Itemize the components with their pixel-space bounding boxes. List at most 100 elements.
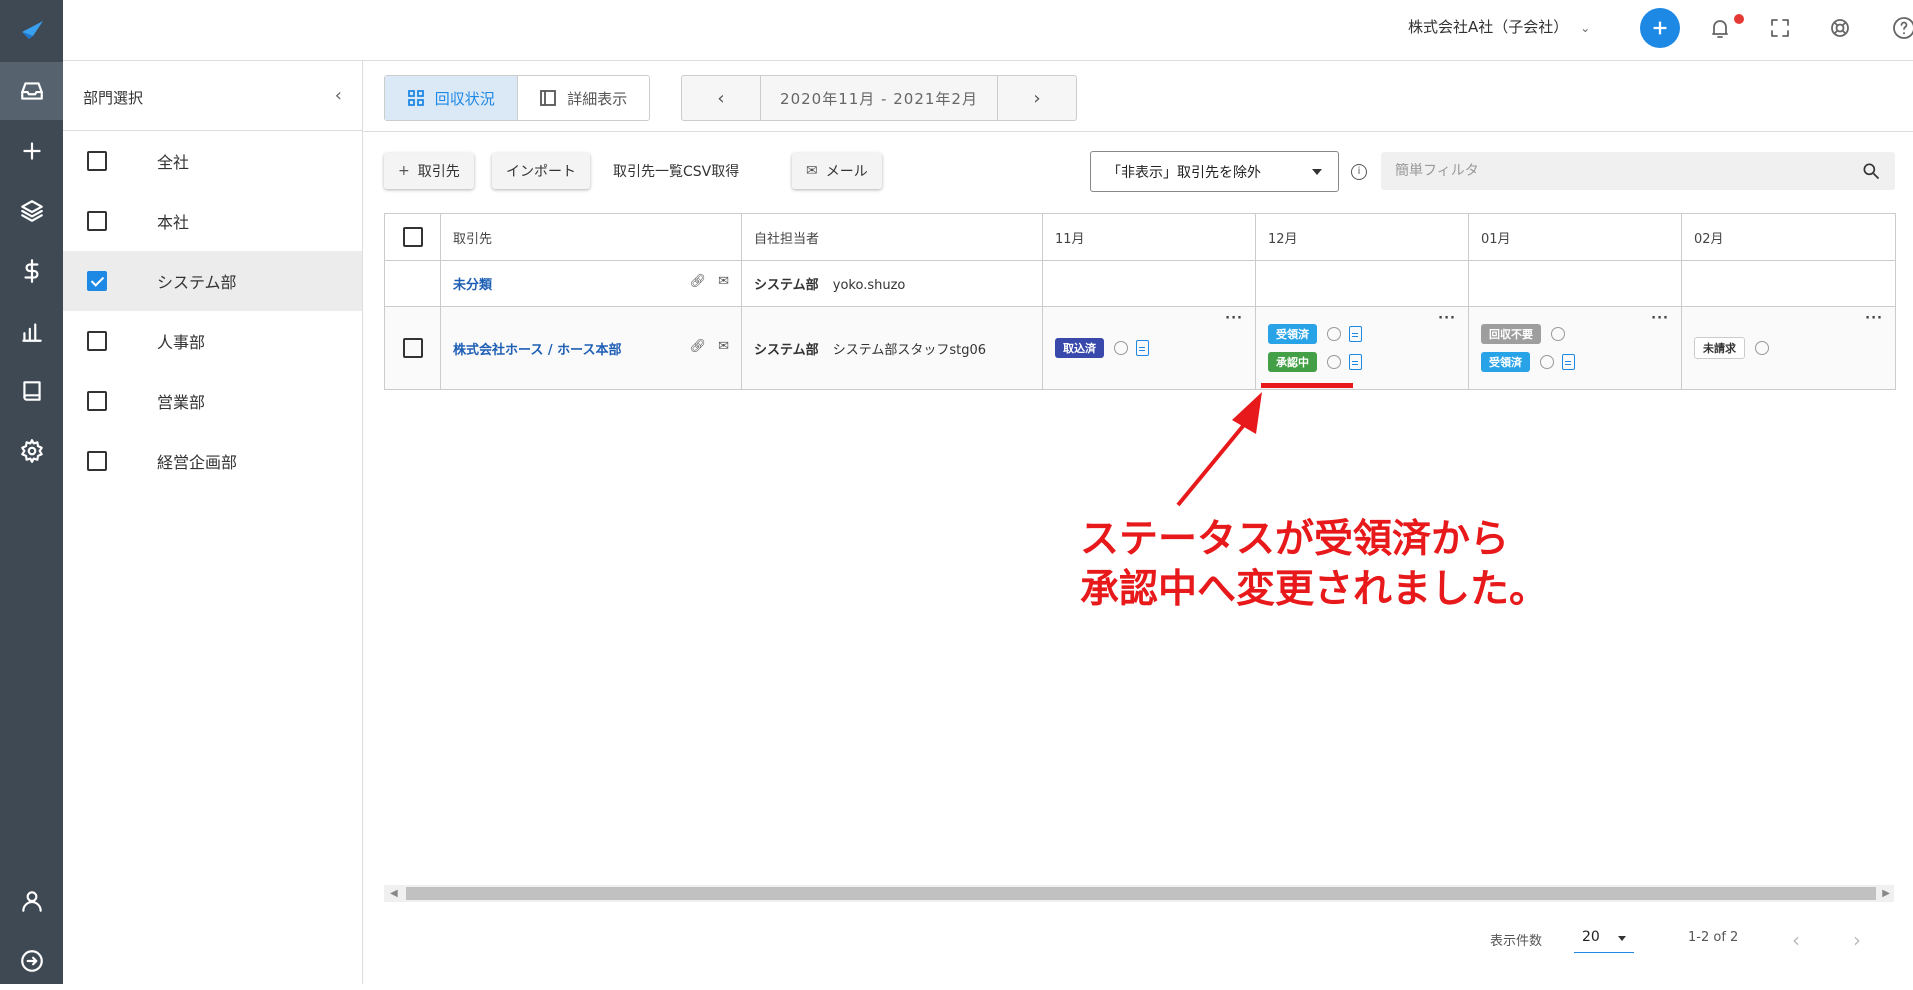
prev-page-button[interactable]: ‹ bbox=[1792, 928, 1800, 952]
status-badge[interactable]: 受領済 bbox=[1481, 352, 1530, 372]
status-badge[interactable]: 取込済 bbox=[1055, 338, 1104, 358]
dept-item-label: 全社 bbox=[157, 153, 190, 172]
comment-icon[interactable] bbox=[1540, 355, 1554, 369]
panel-icon bbox=[540, 90, 557, 106]
plus-icon[interactable] bbox=[0, 122, 63, 180]
comment-icon[interactable] bbox=[1755, 341, 1769, 355]
dept-item-headoffice[interactable]: 本社 bbox=[63, 191, 362, 251]
app-logo-icon[interactable] bbox=[0, 0, 63, 58]
detail-view-button[interactable]: 詳細表示 bbox=[518, 76, 650, 120]
logout-icon[interactable] bbox=[0, 932, 63, 990]
fullscreen-icon[interactable] bbox=[1766, 14, 1794, 42]
status-badge[interactable]: 承認中 bbox=[1268, 352, 1317, 372]
document-icon[interactable] bbox=[1349, 354, 1362, 370]
visibility-filter-select[interactable]: 「非表示」取引先を除外 bbox=[1090, 151, 1339, 192]
detail-view-label: 詳細表示 bbox=[567, 89, 628, 108]
month-cell bbox=[1255, 260, 1469, 307]
month-cell bbox=[1681, 260, 1896, 307]
user-icon[interactable] bbox=[0, 872, 63, 930]
document-icon[interactable] bbox=[1136, 340, 1149, 356]
quick-filter bbox=[1381, 152, 1895, 190]
checkbox[interactable] bbox=[87, 151, 107, 171]
vendor-link[interactable]: 株式会社ホース / ホース本部 bbox=[453, 343, 622, 358]
dept-item-sales[interactable]: 営業部 bbox=[63, 371, 362, 431]
document-icon[interactable] bbox=[1349, 326, 1362, 342]
company-switcher[interactable]: 株式会社A社（子会社） ⌄ bbox=[1408, 16, 1590, 37]
scrollbar-thumb[interactable] bbox=[406, 887, 1876, 900]
vendor-link[interactable]: 未分類 bbox=[453, 278, 492, 293]
link-icon[interactable]: 🔗︎ bbox=[690, 274, 707, 289]
dept-item-system[interactable]: システム部 bbox=[63, 251, 362, 311]
support-icon[interactable] bbox=[1826, 14, 1854, 42]
document-icon[interactable] bbox=[1562, 354, 1575, 370]
next-period-button[interactable]: › bbox=[998, 76, 1076, 120]
checkbox[interactable] bbox=[87, 451, 107, 471]
checkbox[interactable] bbox=[87, 211, 107, 231]
more-icon[interactable]: ··· bbox=[1865, 311, 1883, 326]
comment-icon[interactable] bbox=[1114, 341, 1128, 355]
owner-dept: システム部 bbox=[754, 278, 819, 293]
layers-icon[interactable] bbox=[0, 182, 63, 240]
comment-icon[interactable] bbox=[1551, 327, 1565, 341]
scroll-right-icon[interactable]: ▶ bbox=[1882, 885, 1890, 902]
inbox-icon[interactable] bbox=[0, 62, 63, 120]
csv-export-button[interactable]: 取引先一覧CSV取得 bbox=[599, 153, 753, 189]
add-vendor-button[interactable]: + 取引先 bbox=[384, 153, 474, 189]
mail-button[interactable]: ✉ メール bbox=[792, 153, 882, 189]
checkbox[interactable] bbox=[87, 331, 107, 351]
status-badge[interactable]: 回収不要 bbox=[1481, 324, 1541, 344]
dept-item-all[interactable]: 全社 bbox=[63, 131, 362, 191]
annotation-arrow bbox=[1176, 392, 1262, 507]
bar-chart-icon[interactable] bbox=[0, 302, 63, 360]
topbar: 株式会社A社（子会社） ⌄ bbox=[63, 0, 1913, 60]
select-all-checkbox[interactable] bbox=[402, 227, 423, 247]
next-page-button[interactable]: › bbox=[1853, 928, 1861, 952]
more-icon[interactable]: ··· bbox=[1651, 311, 1669, 326]
global-add-button[interactable] bbox=[1640, 8, 1680, 48]
month-cell-nov: ··· 取込済 bbox=[1042, 306, 1256, 390]
chevron-left-icon[interactable]: ‹ bbox=[335, 85, 342, 106]
row-select-cell bbox=[384, 306, 441, 390]
help-icon[interactable] bbox=[1890, 14, 1913, 42]
empty-cell bbox=[384, 260, 441, 307]
more-icon[interactable]: ··· bbox=[1225, 311, 1243, 326]
dept-item-planning[interactable]: 経営企画部 bbox=[63, 431, 362, 491]
filter-value: 「非表示」取引先を除外 bbox=[1107, 164, 1261, 181]
scroll-left-icon[interactable]: ◀ bbox=[390, 885, 398, 902]
per-page-select[interactable]: 20 bbox=[1574, 921, 1634, 953]
search-icon[interactable] bbox=[1861, 161, 1881, 181]
more-icon[interactable]: ··· bbox=[1438, 311, 1456, 326]
bell-icon[interactable] bbox=[1706, 14, 1734, 42]
checkbox[interactable] bbox=[87, 391, 107, 411]
status-badge[interactable]: 未請求 bbox=[1694, 337, 1745, 359]
info-icon[interactable]: i bbox=[1351, 164, 1367, 180]
vendor-cell: 株式会社ホース / ホース本部 🔗︎ ✉ bbox=[440, 306, 742, 390]
period-selector: ‹ 2020年11月 - 2021年2月 › bbox=[681, 75, 1077, 121]
horizontal-scrollbar[interactable]: ◀ ▶ bbox=[384, 885, 1894, 902]
vendor-cell: 未分類 🔗︎ ✉ bbox=[440, 260, 742, 307]
mail-icon[interactable]: ✉ bbox=[718, 339, 729, 354]
col-header-owner[interactable]: 自社担当者 bbox=[741, 213, 1043, 261]
mail-icon[interactable]: ✉ bbox=[718, 274, 729, 289]
settings-icon[interactable] bbox=[0, 422, 63, 480]
comment-icon[interactable] bbox=[1327, 327, 1341, 341]
caret-down-icon bbox=[1618, 936, 1626, 941]
comment-icon[interactable] bbox=[1327, 355, 1341, 369]
status-view-button[interactable]: 回収状況 bbox=[385, 76, 518, 120]
dollar-icon[interactable] bbox=[0, 242, 63, 300]
checkbox-checked[interactable] bbox=[87, 271, 107, 291]
import-label: インポート bbox=[506, 164, 576, 180]
link-icon[interactable]: 🔗︎ bbox=[690, 339, 707, 354]
prev-period-button[interactable]: ‹ bbox=[682, 76, 760, 120]
row-checkbox[interactable] bbox=[402, 338, 423, 358]
status-badge[interactable]: 受領済 bbox=[1268, 324, 1317, 344]
status-view-label: 回収状況 bbox=[434, 89, 495, 108]
quick-filter-input[interactable] bbox=[1395, 163, 1861, 179]
department-panel-header: 部門選択 ‹ bbox=[63, 61, 362, 131]
import-button[interactable]: インポート bbox=[492, 153, 590, 189]
col-header-vendor[interactable]: 取引先 bbox=[440, 213, 742, 261]
month-cell bbox=[1042, 260, 1256, 307]
owner-dept: システム部 bbox=[754, 342, 819, 358]
book-icon[interactable] bbox=[0, 362, 63, 420]
dept-item-hr[interactable]: 人事部 bbox=[63, 311, 362, 371]
